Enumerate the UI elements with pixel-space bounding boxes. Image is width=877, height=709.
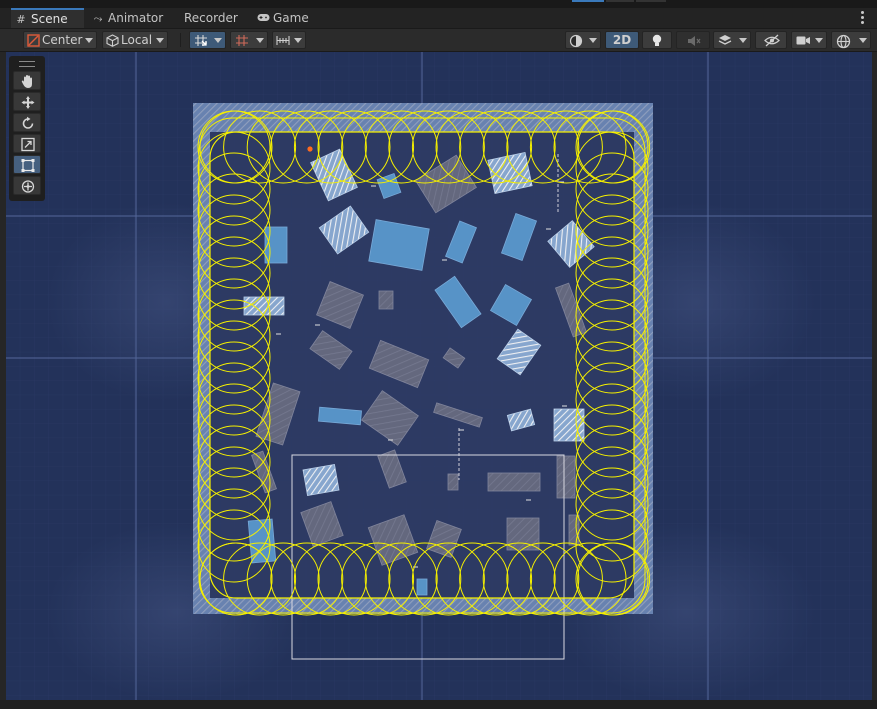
- gizmo-globe-icon: [836, 34, 851, 49]
- chevron-down-icon: [85, 38, 93, 43]
- gamepad-icon: [257, 9, 270, 29]
- obstacle-sprite[interactable]: [378, 290, 394, 310]
- obstacle-sprite[interactable]: [556, 455, 576, 499]
- rect-tool[interactable]: [13, 155, 41, 174]
- pivot-mode-dropdown[interactable]: Center: [23, 31, 97, 49]
- chevron-down-icon: [156, 38, 164, 43]
- tab-label: Recorder: [184, 11, 238, 25]
- transform-tool[interactable]: [13, 176, 41, 195]
- lighting-toggle[interactable]: [642, 31, 672, 49]
- window-top-strip: [0, 0, 877, 8]
- pickup-sprite[interactable]: [368, 219, 430, 271]
- tools-overlay[interactable]: [9, 56, 45, 201]
- animator-icon: ⤳: [93, 12, 103, 25]
- cube-icon: [106, 34, 119, 47]
- pickup-sprite[interactable]: [243, 296, 285, 316]
- scene-right-border: [872, 52, 877, 700]
- ruler-icon: [276, 36, 290, 45]
- pivot-rotation-label: Local: [121, 33, 153, 47]
- move-tool[interactable]: [13, 92, 41, 111]
- chevron-down-icon: [859, 38, 867, 43]
- move-icon: [21, 96, 35, 109]
- hand-icon: [21, 75, 32, 88]
- camera-icon: [796, 36, 810, 45]
- pickup-sprite[interactable]: [416, 578, 428, 596]
- tab-scene[interactable]: # Scene: [11, 8, 84, 28]
- unity-editor: # Scene ⤳ Animator Recorder Game Center Lo…: [0, 0, 877, 709]
- tab-game[interactable]: Game: [257, 8, 317, 28]
- audio-toggle[interactable]: [676, 31, 710, 49]
- rotate-tool[interactable]: [13, 113, 41, 132]
- more-options-icon[interactable]: [859, 10, 865, 26]
- scale-icon: [21, 137, 35, 152]
- tab-bar: # Scene ⤳ Animator Recorder Game: [0, 8, 877, 29]
- 2d-mode-toggle[interactable]: 2D: [605, 31, 639, 49]
- toolbar-separator: [180, 33, 181, 47]
- tab-animator[interactable]: ⤳ Animator: [92, 8, 172, 28]
- speaker-muted-icon: [688, 36, 701, 46]
- tab-recorder[interactable]: Recorder: [184, 8, 250, 28]
- selected-pivot-marker[interactable]: [307, 146, 313, 152]
- pickup-sprite[interactable]: [264, 226, 288, 264]
- chevron-down-icon: [294, 38, 302, 43]
- tab-label: Scene: [31, 12, 68, 26]
- effects-dropdown[interactable]: [713, 31, 751, 49]
- pivot-center-icon: [27, 34, 40, 47]
- chevron-down-icon: [256, 38, 264, 43]
- layout-indicator[interactable]: [636, 0, 666, 2]
- increment-snap-toggle[interactable]: [230, 31, 268, 49]
- obstacle-sprite[interactable]: [506, 517, 540, 551]
- chevron-down-icon: [815, 38, 823, 43]
- scene-canvas[interactable]: [6, 52, 872, 700]
- scene-toolbar: Center Local 2D: [0, 29, 877, 52]
- shading-sphere-icon: [569, 34, 583, 48]
- shading-mode-dropdown[interactable]: [565, 31, 601, 49]
- obstacle-sprite[interactable]: [487, 472, 541, 492]
- chevron-down-icon: [739, 38, 747, 43]
- scene-visibility-toggle[interactable]: [755, 31, 787, 49]
- align-dropdown[interactable]: [272, 31, 306, 49]
- layers-icon: [718, 35, 732, 45]
- pickup-sprite[interactable]: [302, 463, 340, 497]
- pivot-rotation-dropdown[interactable]: Local: [102, 31, 168, 49]
- gizmos-dropdown[interactable]: [831, 31, 871, 49]
- scale-tool[interactable]: [13, 134, 41, 153]
- tab-label: Animator: [108, 11, 164, 25]
- grid-snap-icon: [195, 35, 207, 46]
- obstacle-sprite[interactable]: [568, 514, 580, 546]
- camera-dropdown[interactable]: [791, 31, 827, 49]
- 2d-mode-label: 2D: [612, 33, 632, 47]
- transform-icon: [21, 180, 35, 193]
- layout-indicator-active[interactable]: [572, 0, 604, 2]
- chevron-down-icon: [589, 38, 597, 43]
- lightbulb-icon: [652, 34, 662, 46]
- grid-snap-toggle[interactable]: [189, 31, 226, 49]
- hand-tool[interactable]: [13, 71, 41, 90]
- layout-indicator[interactable]: [606, 0, 634, 2]
- tab-label: Game: [273, 11, 309, 25]
- increment-snap-icon: [236, 35, 248, 46]
- bottom-status-strip: [0, 700, 877, 709]
- scene-viewport[interactable]: [6, 52, 872, 700]
- rotate-icon: [22, 116, 34, 129]
- grid-icon: #: [16, 13, 26, 26]
- obstacle-sprite[interactable]: [447, 473, 459, 491]
- rect-icon: [21, 159, 35, 172]
- chevron-down-icon: [214, 38, 222, 43]
- pivot-mode-label: Center: [42, 33, 83, 47]
- overlay-grip-icon[interactable]: [19, 61, 35, 67]
- eye-hidden-icon: [764, 34, 780, 47]
